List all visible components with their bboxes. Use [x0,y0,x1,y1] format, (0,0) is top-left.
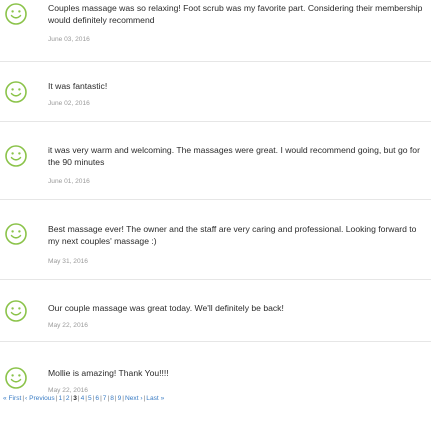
pagination-previous-link[interactable]: ‹ Previous [25,395,55,402]
review-date: May 22, 2016 [48,387,88,394]
review-text: It was fantastic! [48,81,108,91]
smiley-face-icon [5,3,27,25]
pagination-page-2[interactable]: 2 [66,395,70,402]
review-date: June 03, 2016 [48,36,90,43]
smiley-face-icon [5,145,27,167]
pagination: « First|‹ Previous|1|2|3|4|5|6|7|8|9|Nex… [3,395,165,402]
review-item: Couples massage was so relaxing! Foot sc… [0,0,431,62]
review-text: it was very warm and welcoming. The mass… [48,145,420,167]
review-item: Best massage ever! The owner and the sta… [0,200,431,280]
review-item: Our couple massage was great today. We'l… [0,280,431,342]
smiley-face-icon [5,367,27,389]
smiley-face-icon [5,81,27,103]
review-item: Mollie is amazing! Thank You!!!! May 22,… [0,342,431,394]
pagination-next-link[interactable]: Next › [125,395,143,402]
review-text: Our couple massage was great today. We'l… [48,303,284,313]
review-item: It was fantastic! June 02, 2016 [0,62,431,122]
smiley-face-icon [5,300,27,322]
review-date: June 02, 2016 [48,100,90,107]
review-date: May 31, 2016 [48,258,88,265]
review-date: June 01, 2016 [48,178,90,185]
review-text: Mollie is amazing! Thank You!!!! [48,368,169,378]
review-item: it was very warm and welcoming. The mass… [0,122,431,200]
review-text: Couples massage was so relaxing! Foot sc… [48,3,423,25]
review-text: Best massage ever! The owner and the sta… [48,224,417,246]
pagination-last-link[interactable]: Last » [146,395,164,402]
review-date: May 22, 2016 [48,322,88,329]
pagination-first-link[interactable]: « First [3,395,21,402]
smiley-face-icon [5,223,27,245]
